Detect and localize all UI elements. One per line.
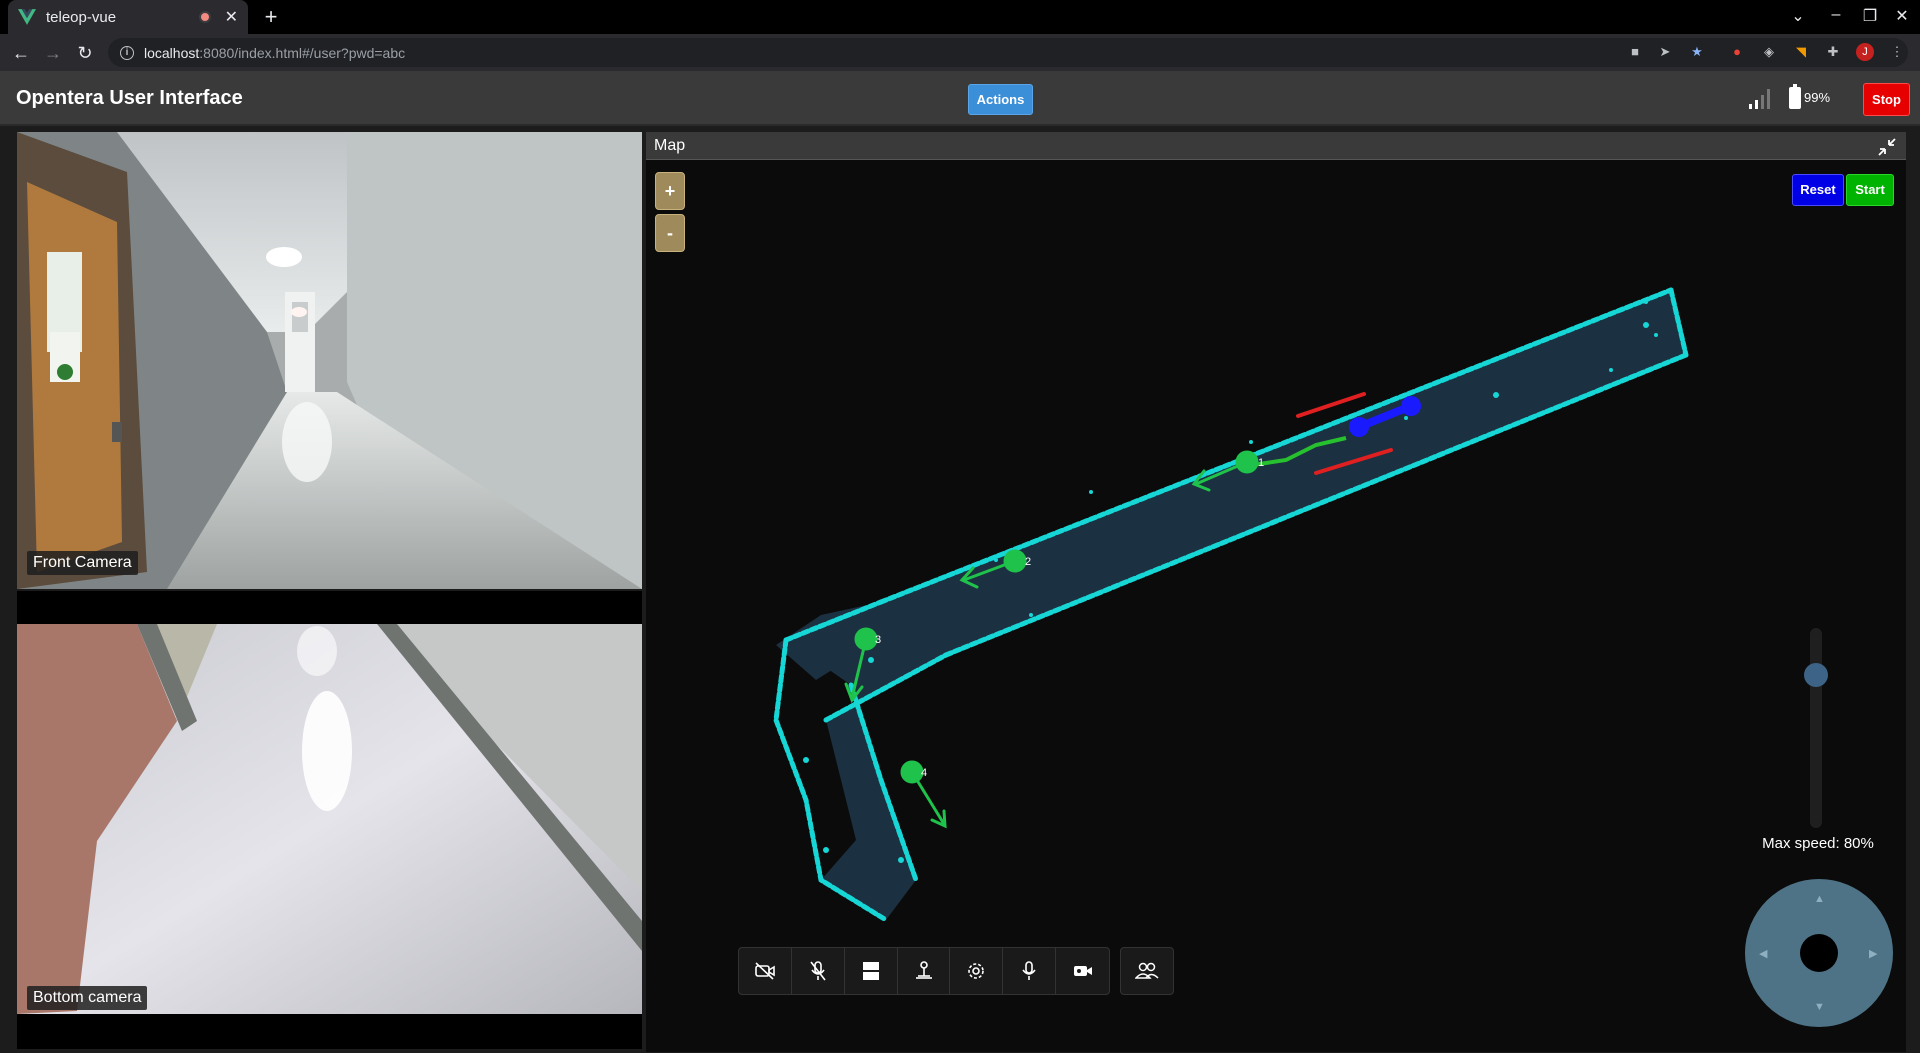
vue-logo-icon <box>18 9 36 25</box>
joystick-down-icon: ▼ <box>1814 1001 1825 1013</box>
reload-button[interactable]: ↻ <box>72 40 98 66</box>
settings-icon <box>968 963 985 979</box>
layout-icon <box>862 962 879 980</box>
profile-avatar[interactable]: J <box>1856 43 1874 61</box>
close-window-button[interactable]: ✕ <box>1890 6 1914 26</box>
map-panel: Map 1 2 3 4 + - Reset Start Max speed: 8… <box>646 132 1906 1052</box>
minimize-button[interactable]: – <box>1824 6 1848 24</box>
layout-button[interactable] <box>845 948 898 994</box>
microphone-icon <box>1022 961 1036 980</box>
browser-toolbar: ← → ↻ i localhost:8080/index.html#/user?… <box>0 34 1920 71</box>
url-host: localhost <box>144 44 200 61</box>
app-title: Opentera User Interface <box>16 87 243 109</box>
video-icon <box>1073 966 1092 976</box>
bottom-camera-label: Bottom camera <box>27 986 148 1010</box>
close-tab-icon[interactable]: ✕ <box>225 7 238 27</box>
settings-button[interactable] <box>950 948 1004 994</box>
video-button[interactable] <box>1056 948 1109 994</box>
bottom-camera-video: Bottom camera <box>17 591 642 1049</box>
signal-strength-icon <box>1749 89 1770 109</box>
battery-level: 99% <box>1804 90 1831 105</box>
control-toolbar <box>738 947 1110 995</box>
front-camera-label: Front Camera <box>27 551 138 575</box>
pocket-icon[interactable]: ◈ <box>1760 43 1778 61</box>
main-area: Front Camera Bottom camera Map 1 2 3 4 +… <box>0 126 1920 1053</box>
start-button[interactable]: Start <box>1846 174 1894 206</box>
camera-off-icon <box>755 962 775 980</box>
site-info-icon[interactable]: i <box>120 45 134 60</box>
waypoint-label-1: 1 <box>1258 457 1264 469</box>
waypoint-label-2: 2 <box>1025 556 1031 568</box>
joystick-knob[interactable] <box>1800 934 1838 972</box>
tab-search-icon[interactable]: ⌄ <box>1786 6 1810 26</box>
stop-button[interactable]: Stop <box>1863 83 1910 116</box>
back-button[interactable]: ← <box>8 40 34 66</box>
actions-button[interactable]: Actions <box>968 84 1033 115</box>
zoom-out-button[interactable]: - <box>655 214 685 252</box>
minimize-map-icon[interactable] <box>1876 136 1898 158</box>
front-camera-video: Front Camera <box>17 132 642 589</box>
waypoint-label-4: 4 <box>921 767 927 779</box>
send-icon[interactable]: ➤ <box>1656 43 1674 61</box>
battery-icon <box>1789 84 1801 109</box>
url-path: :8080/index.html#/user?pwd=abc <box>199 44 406 61</box>
recording-icon <box>198 11 211 23</box>
max-speed-slider-thumb[interactable] <box>1804 663 1828 688</box>
extension-hand-icon[interactable]: ● <box>1728 43 1746 61</box>
waypoint-label-3: 3 <box>875 634 881 646</box>
participants-button[interactable] <box>1120 947 1174 995</box>
new-tab-button[interactable]: + <box>258 4 284 30</box>
zoom-in-button[interactable]: + <box>655 172 685 210</box>
extensions-puzzle-icon[interactable]: ✚ <box>1824 43 1842 61</box>
tab-title: teleop-vue <box>46 8 117 26</box>
map-title: Map <box>654 137 686 154</box>
max-speed-label: Max speed: 80% <box>1762 835 1874 852</box>
people-icon <box>1135 962 1159 979</box>
camera-in-use-icon[interactable]: ■ <box>1626 43 1644 61</box>
joystick-left-icon: ◀ <box>1759 948 1768 960</box>
mic-off-button[interactable] <box>792 948 845 994</box>
mic-off-icon <box>810 961 826 981</box>
occupancy-map[interactable]: 1 2 3 4 <box>646 160 1906 1052</box>
forward-button[interactable]: → <box>40 40 66 66</box>
reset-button[interactable]: Reset <box>1792 174 1844 206</box>
bookmark-star-icon[interactable]: ★ <box>1688 43 1706 61</box>
microphone-button[interactable] <box>1003 948 1057 994</box>
joystick-up-icon: ▲ <box>1814 893 1825 905</box>
browser-tabstrip: teleop-vue ✕ + ⌄ – ❐ ✕ <box>0 0 1920 34</box>
joystick-right-icon: ▶ <box>1869 948 1878 960</box>
map-pin-icon <box>915 961 932 979</box>
map-pin-button[interactable] <box>898 948 951 994</box>
restore-button[interactable]: ❐ <box>1858 6 1882 26</box>
app-header: Opentera User Interface Actions 99% Stop <box>0 71 1920 126</box>
max-speed-slider[interactable] <box>1810 628 1822 828</box>
map-header: Map <box>646 132 1906 160</box>
joystick[interactable]: ▲ ▼ ◀ ▶ <box>1745 879 1893 1027</box>
camera-off-button[interactable] <box>739 948 792 994</box>
rss-icon[interactable]: ◥ <box>1792 43 1810 61</box>
browser-tab[interactable]: teleop-vue ✕ <box>8 0 248 34</box>
browser-menu-icon[interactable]: ⋮ <box>1888 43 1906 61</box>
